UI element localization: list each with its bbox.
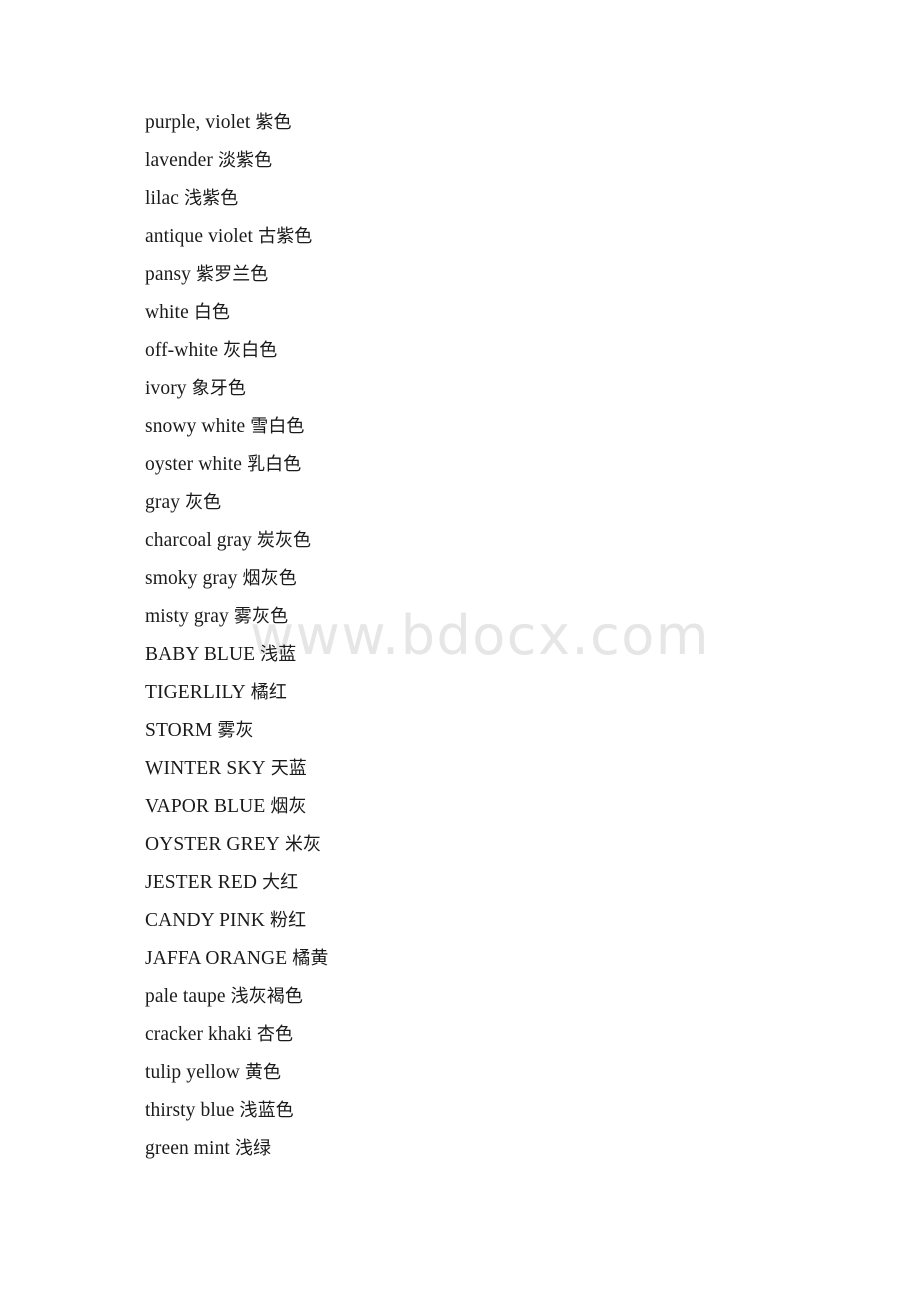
glossary-term-english: pansy [145,264,191,285]
glossary-term-english: WINTER SKY [145,758,266,779]
glossary-entry: snowy white 雪白色 [145,408,865,446]
glossary-entry: CANDY PINK 粉红 [145,902,865,940]
glossary-term-english: snowy white [145,416,246,437]
glossary-entry: lilac 浅紫色 [145,180,865,218]
glossary-entry: cracker khaki 杏色 [145,1016,865,1054]
glossary-term-chinese: 烟灰色 [242,568,297,589]
glossary-term-chinese: 浅紫色 [184,188,239,209]
glossary-term-chinese: 灰色 [185,492,222,513]
glossary-term-chinese: 浅绿 [234,1138,272,1159]
glossary-term-english: cracker khaki [145,1024,252,1045]
glossary-term-chinese: 橘黄 [292,948,329,969]
glossary-term-chinese: 天蓝 [270,758,307,779]
glossary-entry: oyster white 乳白色 [145,446,865,484]
glossary-entry: OYSTER GREY 米灰 [145,826,865,864]
glossary-term-english: lilac [145,188,180,209]
glossary-entry: pansy 紫罗兰色 [145,256,865,294]
glossary-term-chinese: 淡紫色 [217,150,273,171]
glossary-term-english: BABY BLUE [145,644,256,665]
glossary-term-english: purple, violet [145,112,251,133]
glossary-term-chinese: 橘红 [250,682,287,703]
glossary-term-english: VAPOR BLUE [145,796,266,817]
glossary-entry: ivory 象牙色 [145,370,865,408]
glossary-term-english: oyster white [145,454,243,475]
glossary-term-chinese: 杏色 [256,1024,294,1045]
glossary-term-english: misty gray [145,606,229,627]
glossary-entry: pale taupe 浅灰褐色 [145,978,865,1016]
glossary-term-chinese: 烟灰 [270,796,307,817]
glossary-term-english: green mint [145,1138,230,1159]
glossary-term-chinese: 乳白色 [247,454,302,475]
glossary-term-english: JAFFA ORANGE [145,948,288,969]
glossary-entry: WINTER SKY 天蓝 [145,750,865,788]
glossary-term-chinese: 古紫色 [258,226,313,247]
glossary-term-english: OYSTER GREY [145,834,280,855]
glossary-list: purple, violet 紫色 lavender 淡紫色 lilac 浅紫色 antiq… [145,104,865,1168]
glossary-entry: JAFFA ORANGE 橘黄 [145,940,865,978]
glossary-term-chinese: 浅蓝色 [239,1100,294,1121]
glossary-term-english: lavender [145,150,213,171]
glossary-term-english: smoky gray [145,568,238,589]
glossary-entry: charcoal gray 炭灰色 [145,522,865,560]
glossary-term-chinese: 黄色 [244,1062,282,1083]
glossary-term-english: off-white [145,340,219,361]
glossary-entry: STORM 雾灰 [145,712,865,750]
glossary-term-english: ivory [145,378,187,399]
glossary-term-english: gray [145,492,181,513]
glossary-entry: misty gray 雾灰色 [145,598,865,636]
glossary-term-english: white [145,302,189,323]
glossary-entry: smoky gray 烟灰色 [145,560,865,598]
glossary-entry: tulip yellow 黄色 [145,1054,865,1092]
glossary-term-chinese: 大红 [262,872,299,893]
glossary-entry: lavender 淡紫色 [145,142,865,180]
glossary-entry: BABY BLUE 浅蓝 [145,636,865,674]
document-page: www.bdocx.com purple, violet 紫色 lavender 淡紫… [0,0,920,1302]
glossary-term-english: pale taupe [145,986,226,1007]
glossary-term-english: thirsty blue [145,1100,235,1121]
glossary-entry: gray 灰色 [145,484,865,522]
glossary-entry: VAPOR BLUE 烟灰 [145,788,865,826]
glossary-term-chinese: 灰白色 [223,340,278,361]
glossary-term-english: tulip yellow [145,1062,240,1083]
glossary-term-chinese: 白色 [193,302,231,323]
glossary-entry: purple, violet 紫色 [145,104,865,142]
glossary-term-chinese: 粉红 [270,910,307,931]
glossary-term-english: CANDY PINK [145,910,265,931]
glossary-term-english: antique violet [145,226,254,247]
glossary-entry: green mint 浅绿 [145,1130,865,1168]
glossary-entry: thirsty blue 浅蓝色 [145,1092,865,1130]
glossary-term-chinese: 紫罗兰色 [196,264,269,285]
glossary-term-chinese: 象牙色 [191,378,246,399]
glossary-term-chinese: 紫色 [255,112,292,133]
glossary-term-chinese: 雪白色 [250,416,305,437]
glossary-term-english: charcoal gray [145,530,252,551]
glossary-term-english: JESTER RED [145,872,258,893]
glossary-entry: off-white 灰白色 [145,332,865,370]
glossary-term-chinese: 雾灰 [217,720,254,741]
glossary-term-chinese: 浅蓝 [260,644,297,665]
glossary-term-english: STORM [145,720,213,741]
glossary-entry: JESTER RED 大红 [145,864,865,902]
glossary-entry: antique violet 古紫色 [145,218,865,256]
glossary-term-chinese: 炭灰色 [256,530,312,551]
glossary-term-english: TIGERLILY [145,682,246,703]
glossary-entry: TIGERLILY 橘红 [145,674,865,712]
glossary-term-chinese: 雾灰色 [233,606,289,627]
glossary-term-chinese: 浅灰褐色 [230,986,303,1007]
glossary-term-chinese: 米灰 [284,834,322,855]
glossary-entry: white 白色 [145,294,865,332]
